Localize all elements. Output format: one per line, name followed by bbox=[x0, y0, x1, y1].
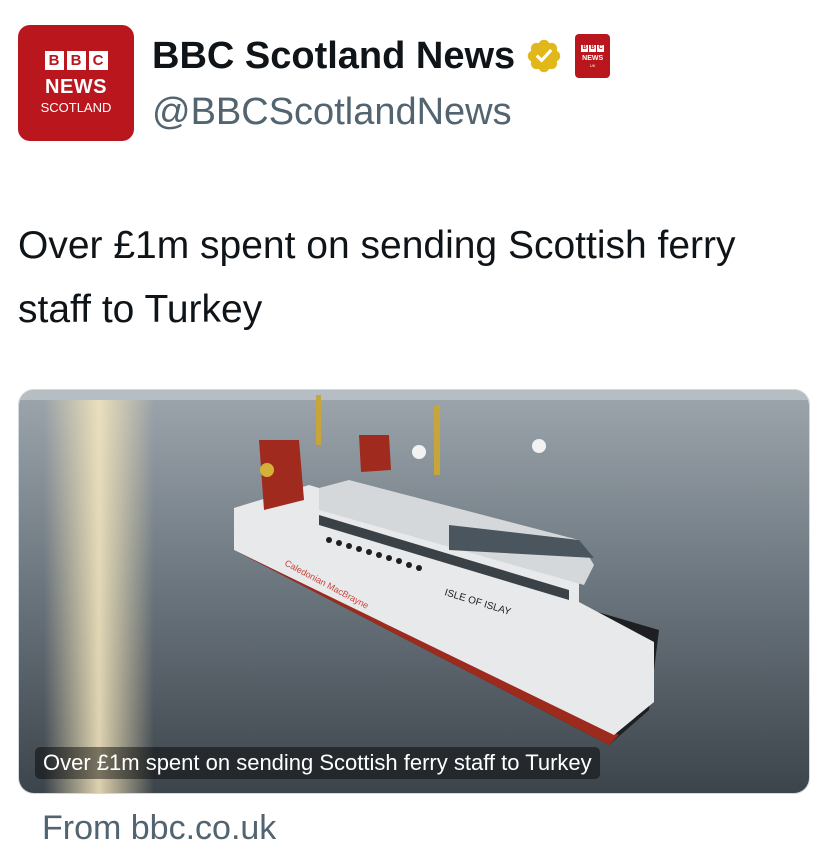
tweet-text: Over £1m spent on sending Scottish ferry… bbox=[18, 224, 736, 331]
account-avatar[interactable]: B B C NEWS SCOTLAND bbox=[18, 25, 134, 141]
avatar-news-label: NEWS bbox=[45, 75, 107, 98]
link-card[interactable]: ISLE OF ISLAY Caledonian MacBrayne Over … bbox=[18, 389, 810, 794]
bbc-logo: B B C bbox=[44, 50, 108, 70]
account-handle[interactable]: @BBCScotlandNews bbox=[152, 88, 512, 136]
ferry-photo: ISLE OF ISLAY Caledonian MacBrayne bbox=[19, 390, 809, 793]
card-source[interactable]: From bbc.co.uk bbox=[42, 806, 276, 850]
affiliate-badge[interactable]: B B C NEWS UK bbox=[575, 34, 611, 78]
display-name[interactable]: BBC Scotland News bbox=[152, 32, 515, 80]
card-title: Over £1m spent on sending Scottish ferry… bbox=[35, 747, 600, 779]
gold-verified-badge-icon[interactable] bbox=[525, 37, 563, 75]
name-row: BBC Scotland News B B C NEWS UK bbox=[152, 32, 611, 80]
avatar-scotland-label: SCOTLAND bbox=[40, 99, 112, 115]
